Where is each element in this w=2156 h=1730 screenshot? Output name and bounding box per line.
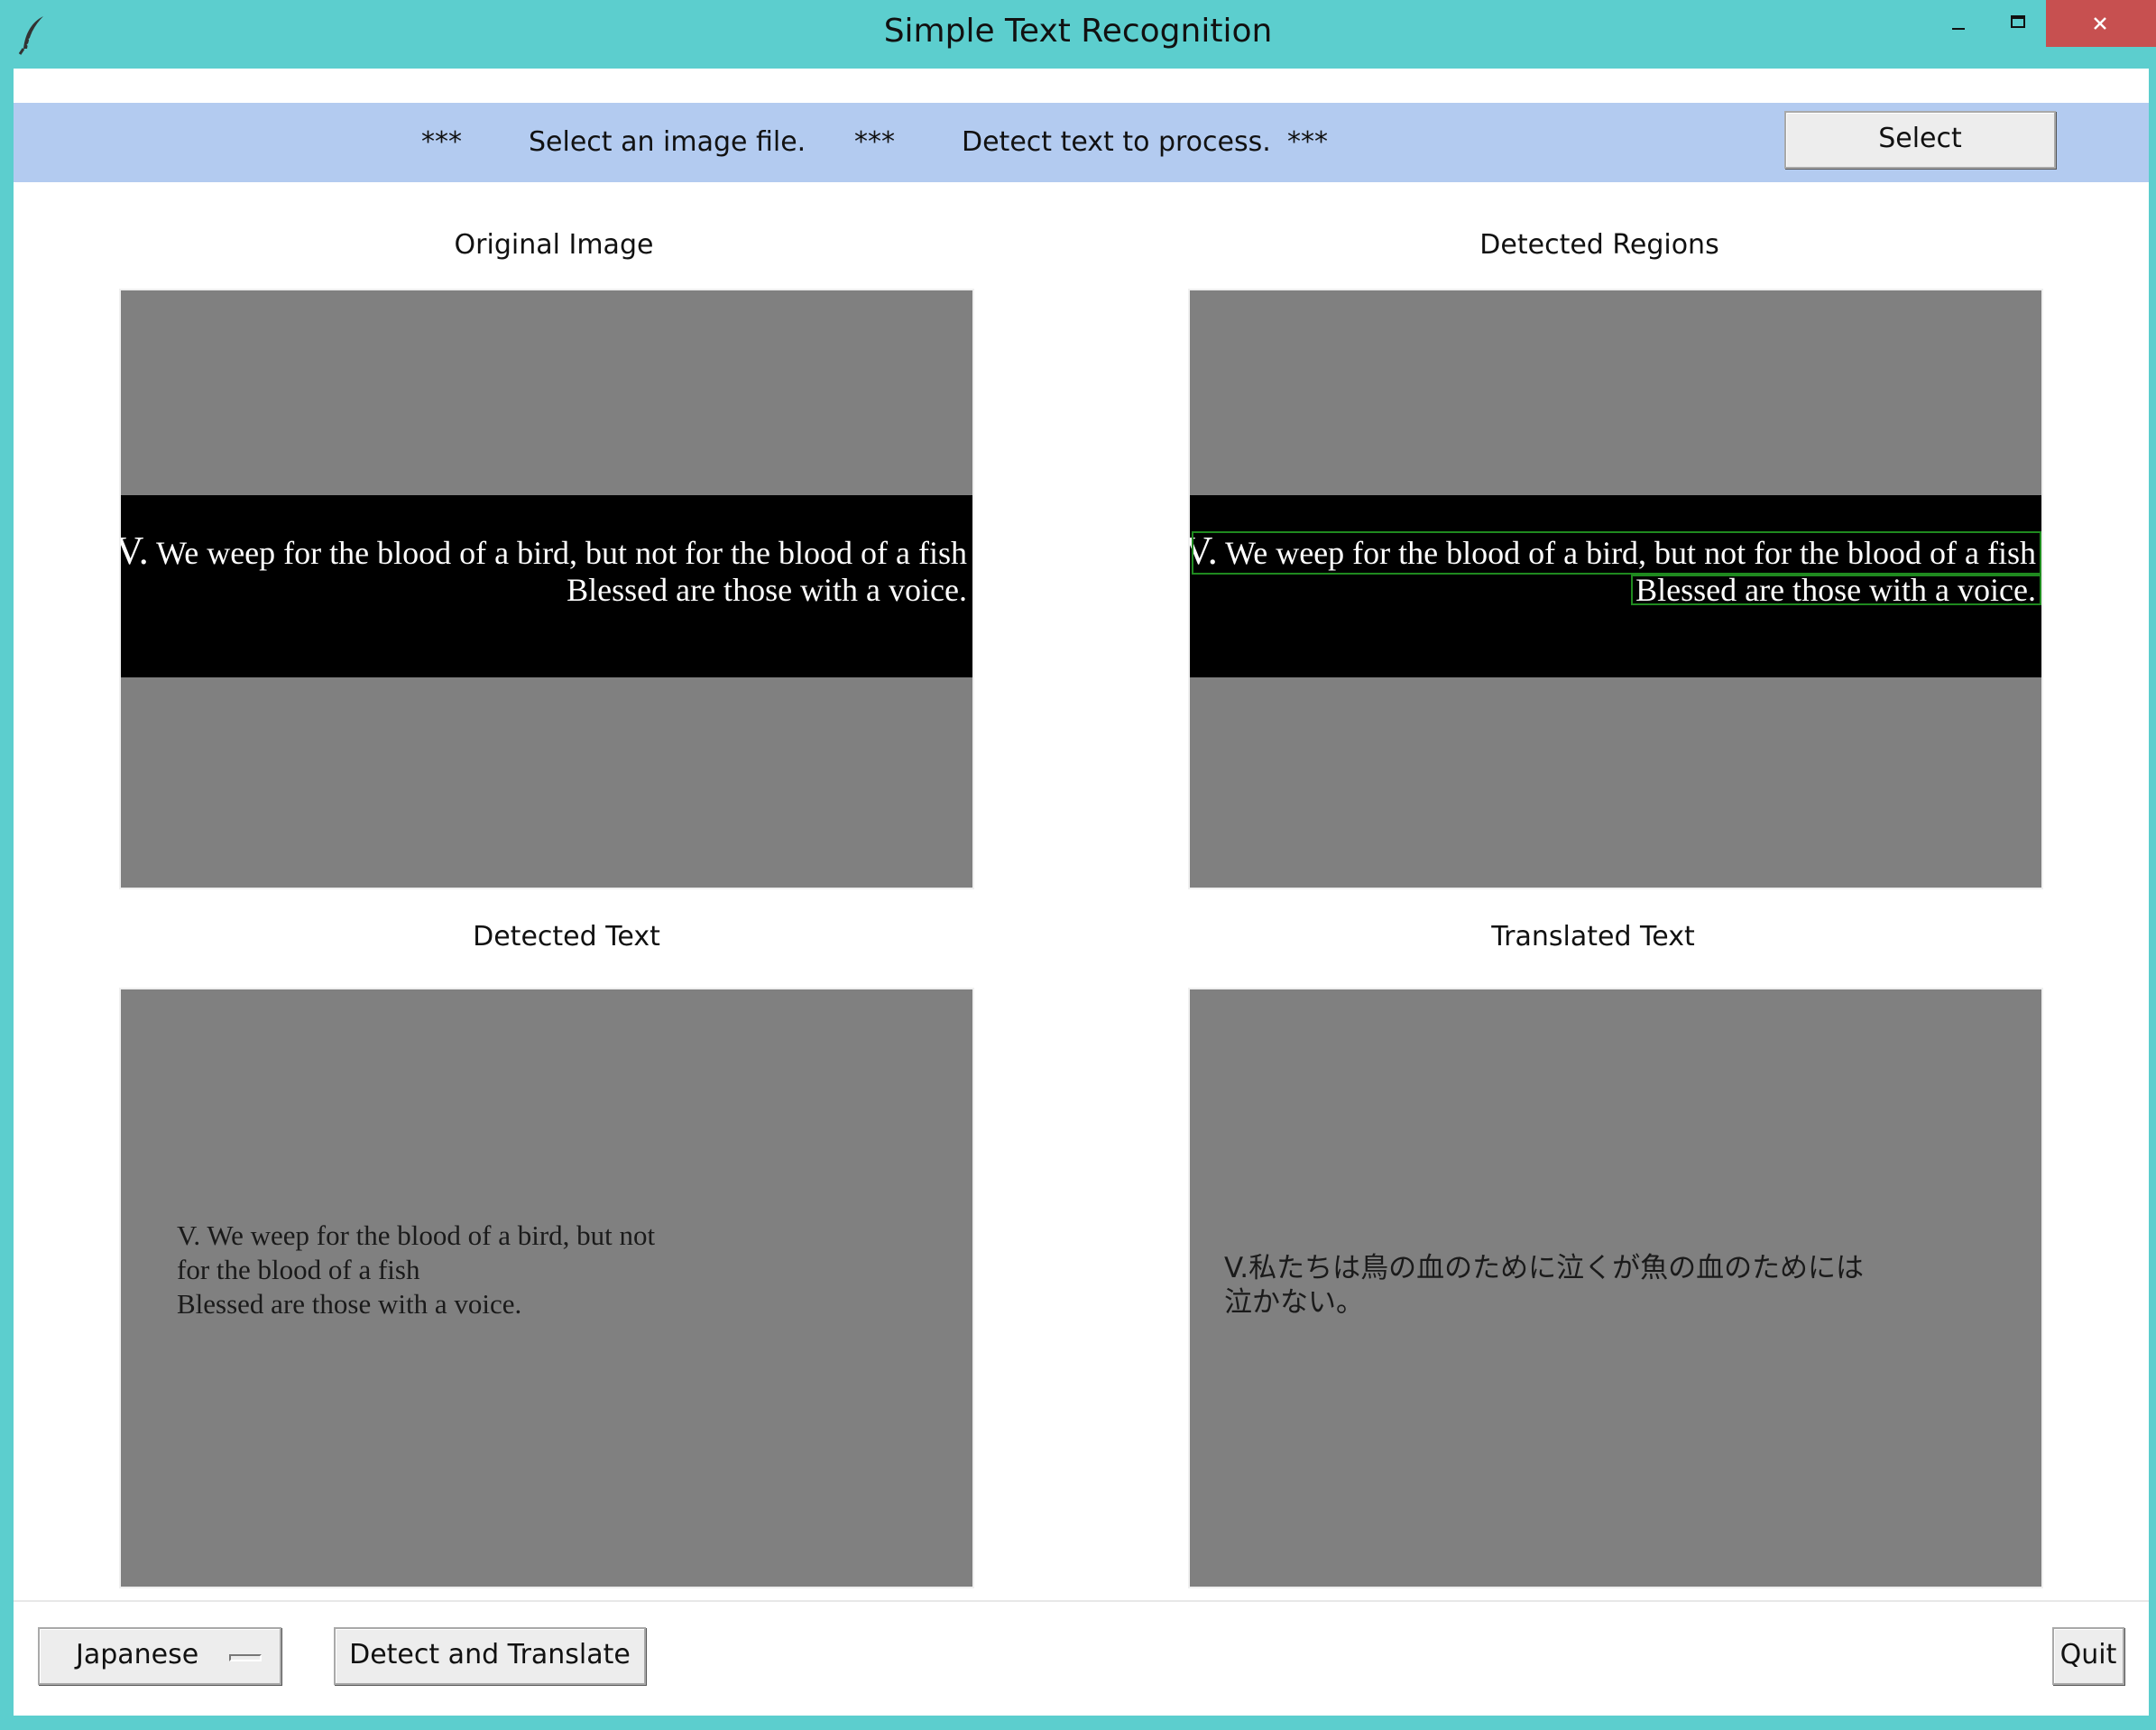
detect-and-translate-button[interactable]: Detect and Translate: [334, 1627, 646, 1685]
detected-regions-panel: V. We weep for the blood of a bird, but …: [1188, 289, 2043, 889]
maximize-button[interactable]: [1986, 0, 2048, 47]
detected-text-output: V. We weep for the blood of a bird, but …: [177, 1219, 655, 1321]
original-image-panel: V. We weep for the blood of a bird, but …: [119, 289, 974, 889]
dropdown-indicator-icon: [229, 1654, 262, 1661]
detected-text-panel: V. We weep for the blood of a bird, but …: [119, 988, 974, 1588]
minimize-button[interactable]: [1927, 0, 1988, 47]
detected-text-label: Detected Text: [473, 921, 660, 952]
translated-text-panel: V.私たちは鳥の血のために泣くが魚の血のためには 泣かない。: [1188, 988, 2043, 1588]
translated-text-line: V.私たちは鳥の血のために泣くが魚の血のためには: [1224, 1252, 1865, 1284]
select-button[interactable]: Select: [1784, 111, 2056, 169]
banner-separator: ***: [854, 126, 895, 158]
image-line-1: V. We weep for the blood of a bird, but …: [121, 529, 967, 573]
language-dropdown[interactable]: Japanese: [38, 1627, 281, 1685]
region-box-1: [1192, 531, 2041, 575]
image-text-band: V. We weep for the blood of a bird, but …: [1190, 495, 2041, 677]
detected-text-line: for the blood of a fish: [177, 1254, 420, 1285]
translated-text-label: Translated Text: [1491, 921, 1695, 952]
detected-text-line: V. We weep for the blood of a bird, but …: [177, 1219, 656, 1251]
detected-text-line: Blessed are those with a voice.: [177, 1288, 522, 1320]
language-value: Japanese: [76, 1639, 199, 1670]
banner-step-detect: Detect text to process.: [962, 126, 1271, 158]
image-line-2: Blessed are those with a voice.: [567, 572, 967, 608]
translated-text-output: V.私たちは鳥の血のために泣くが魚の血のためには 泣かない。: [1224, 1251, 1864, 1320]
banner-separator: ***: [421, 126, 462, 158]
maximize-icon: [2011, 15, 2025, 28]
translated-text-line: 泣かない。: [1224, 1286, 1364, 1319]
close-icon: [2094, 17, 2106, 30]
banner-step-select: Select an image file.: [529, 126, 806, 158]
original-image-label: Original Image: [454, 229, 654, 261]
quit-button[interactable]: Quit: [2052, 1627, 2124, 1685]
title-bar: Simple Text Recognition: [0, 0, 2156, 69]
window-title: Simple Text Recognition: [883, 13, 1273, 50]
minimize-icon: [1952, 28, 1965, 30]
banner-separator: ***: [1287, 126, 1328, 158]
image-text-band: V. We weep for the blood of a bird, but …: [121, 495, 972, 677]
instruction-banner: *** Select an image file. *** Detect tex…: [14, 103, 2149, 182]
close-button[interactable]: [2046, 0, 2156, 47]
region-box-2: [1631, 575, 2041, 605]
bottom-divider: [14, 1600, 2149, 1602]
detected-regions-label: Detected Regions: [1479, 229, 1719, 261]
client-area: *** Select an image file. *** Detect tex…: [14, 69, 2149, 1716]
